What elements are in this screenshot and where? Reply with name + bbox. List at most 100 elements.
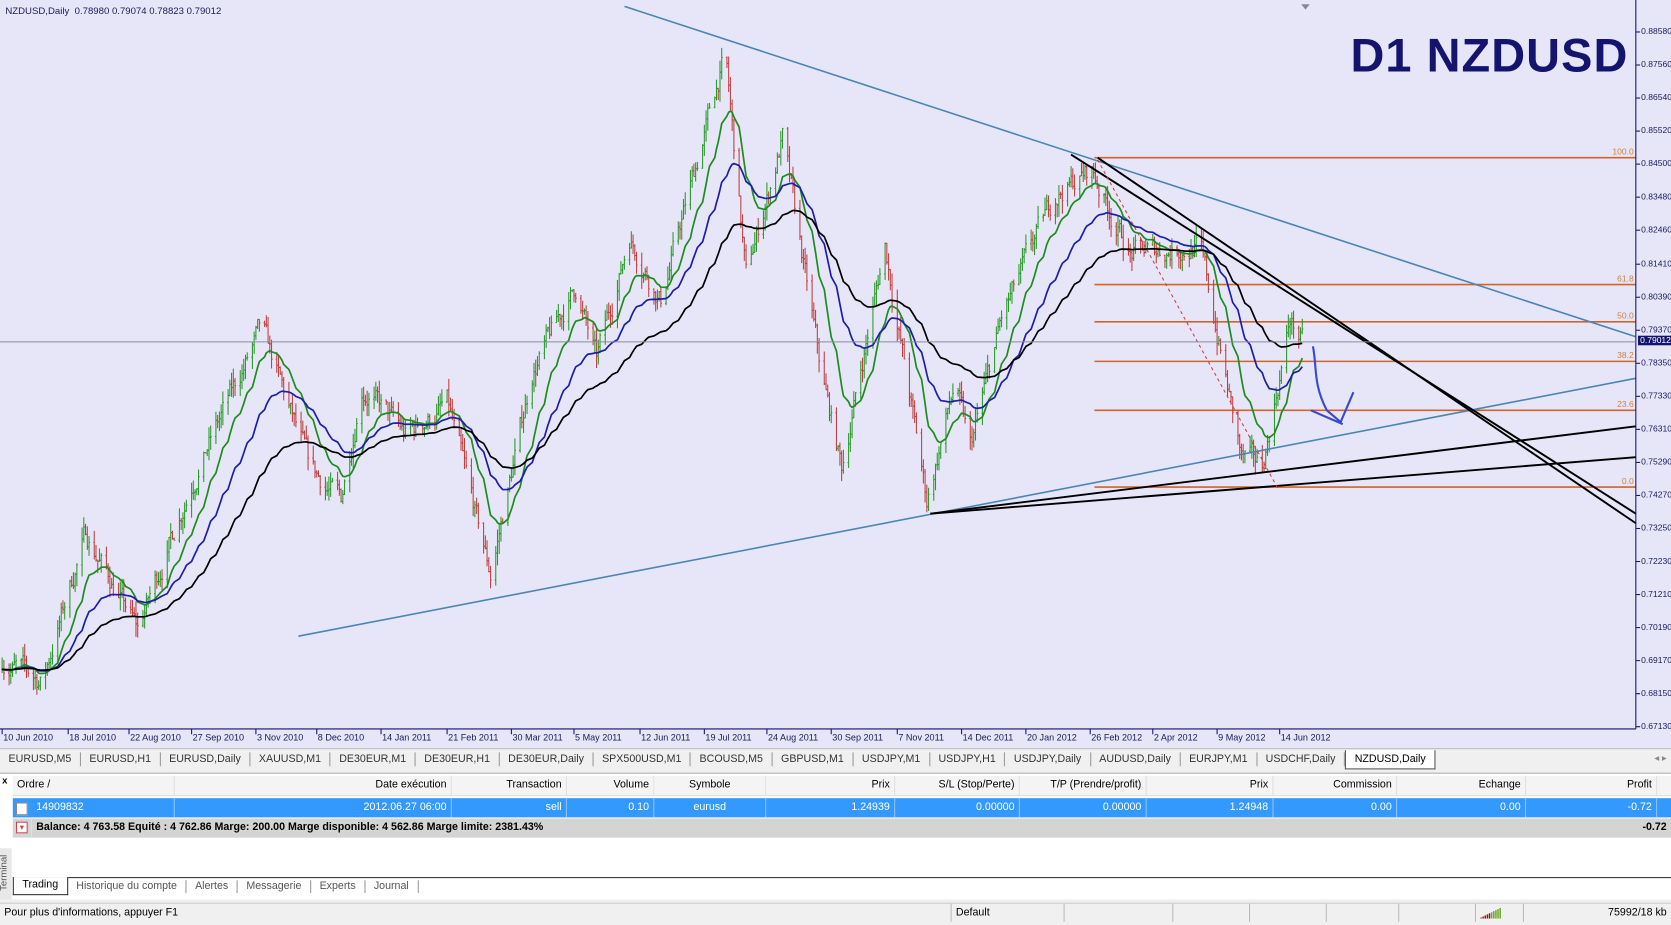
tab-eurusd-daily[interactable]: EURUSD,Daily [161, 752, 251, 767]
channel-line-lower[interactable] [1097, 156, 1637, 525]
tab-usdjpy-h1[interactable]: USDJPY,H1 [930, 752, 1006, 767]
status-cell [1399, 903, 1476, 922]
terminal-tab-trading[interactable]: Trading [12, 877, 68, 896]
price-bar [107, 563, 110, 584]
price-bar [691, 166, 694, 188]
price-bar [463, 437, 466, 469]
price-bar [44, 661, 47, 690]
price-bar [1240, 443, 1243, 461]
price-bar [267, 316, 270, 344]
connection-bar [1486, 914, 1489, 919]
time-axis-tick: 14 Dec 2011 [962, 732, 1014, 743]
price-bar [313, 460, 317, 479]
price-bar [82, 517, 85, 543]
price-bar [119, 581, 122, 611]
price-chart[interactable]: NZDUSD,Daily 0.78980 0.79074 0.78823 0.7… [0, 0, 1671, 749]
column-header[interactable]: S/L (Stop/Perte) [895, 775, 1020, 796]
price-bar [812, 302, 815, 322]
price-bar [732, 119, 735, 160]
handdrawn-arrow[interactable] [1310, 346, 1355, 426]
price-bar [838, 442, 841, 466]
tab-spx500usd-m1[interactable]: SPX500USD,M1 [594, 752, 692, 767]
close-icon[interactable]: x [2, 775, 7, 786]
tab-gbpusd-m1[interactable]: GBPUSD,M1 [773, 752, 854, 767]
price-bar [1045, 194, 1048, 211]
price-bar [598, 332, 602, 354]
tab-scroll-arrows-icon[interactable]: ◂ ▸ [1654, 752, 1666, 764]
column-header[interactable]: Transaction [452, 775, 567, 796]
price-bar [233, 377, 237, 397]
price-bar [859, 360, 862, 400]
tab-de30eur-h1[interactable]: DE30EUR,H1 [416, 752, 500, 767]
terminal-tab-messagerie[interactable]: Messagerie [238, 880, 312, 894]
tab-usdchf-daily[interactable]: USDCHF,Daily [1257, 752, 1346, 767]
price-bar [1070, 166, 1073, 188]
price-bar [282, 376, 285, 401]
tab-eurusd-m5[interactable]: EURUSD,M5 [0, 752, 81, 767]
price-bar [1292, 310, 1295, 339]
column-header[interactable]: Date exécution [175, 775, 452, 796]
fib-base-dashed-line[interactable] [1097, 159, 1280, 491]
price-bar [765, 182, 768, 221]
trendline-support-black-2[interactable] [930, 456, 1636, 515]
price-bar [524, 394, 527, 419]
price-bar [1252, 439, 1255, 467]
price-bar [1228, 383, 1231, 393]
price-bar [34, 668, 37, 690]
price-bar [185, 499, 188, 512]
price-bar [32, 669, 35, 691]
price-bar [94, 544, 98, 562]
column-header[interactable]: Commission [1273, 775, 1398, 796]
column-header[interactable]: Profit [1526, 775, 1658, 796]
time-axis-tick: 21 Feb 2011 [448, 732, 499, 743]
price-bar [81, 527, 84, 577]
tab-eurjpy-m1[interactable]: EURJPY,M1 [1181, 752, 1258, 767]
terminal-tab-alertes[interactable]: Alertes [187, 880, 238, 894]
price-bar [306, 435, 310, 471]
channel-line-upper[interactable] [1070, 153, 1637, 515]
price-bar [851, 409, 854, 439]
table-row[interactable]: 14909832 2012.06.27 06:00 sell 0.10 eurusd 1.… [12, 798, 1671, 818]
tab-usdjpy-daily[interactable]: USDJPY,Daily [1005, 752, 1091, 767]
tab-bcousd-m5[interactable]: BCOUSD,M5 [691, 752, 773, 767]
column-header[interactable]: Prix [766, 775, 896, 796]
terminal-tab-historique-du-compte[interactable]: Historique du compte [68, 880, 187, 894]
fib-level-label: 23.6 [1617, 399, 1634, 410]
column-header[interactable]: Volume [567, 775, 655, 796]
time-axis-tick: 2 Apr 2012 [1153, 732, 1198, 743]
trendline-support-black-1[interactable] [930, 425, 1636, 515]
tab-xauusd-m1[interactable]: XAUUSD,M1 [250, 752, 331, 767]
column-header[interactable]: Symbole [654, 775, 767, 796]
column-header[interactable]: T/P (Prendre/profit) [1020, 775, 1147, 796]
tab-de30eur-m1[interactable]: DE30EUR,M1 [331, 752, 416, 767]
time-axis-tick: 26 Feb 2012 [1091, 732, 1143, 743]
price-bar [847, 433, 850, 469]
tab-audusd-daily[interactable]: AUDUSD,Daily [1091, 752, 1181, 767]
tab-eurusd-h1[interactable]: EURUSD,H1 [81, 752, 161, 767]
price-bar [958, 382, 961, 405]
column-header[interactable]: Echange [1397, 775, 1527, 796]
price-bar [798, 199, 802, 241]
tab-de30eur-daily[interactable]: DE30EUR,Daily [500, 752, 594, 767]
tab-nzdusd-daily[interactable]: NZDUSD,Daily [1345, 749, 1436, 769]
price-bar [753, 232, 756, 253]
column-header[interactable]: Prix [1147, 775, 1274, 796]
trendline-support-blue[interactable] [298, 377, 1636, 638]
price-bar [993, 346, 996, 374]
balance-summary: Balance: 4 763.58 Equité : 4 762.86 Marg… [36, 821, 544, 834]
chart-canvas[interactable] [0, 0, 1671, 748]
terminal-tab-journal[interactable]: Journal [365, 880, 419, 894]
price-bar [178, 508, 181, 543]
tab-usdjpy-m1[interactable]: USDJPY,M1 [853, 752, 930, 767]
price-bar [557, 303, 560, 323]
price-bar [708, 102, 711, 109]
chart-shift-marker[interactable] [1301, 4, 1310, 10]
price-bar [849, 422, 852, 452]
price-bar [1073, 174, 1076, 197]
terminal-tab-experts[interactable]: Experts [311, 880, 366, 894]
price-bar [884, 242, 887, 280]
price-bar [134, 601, 138, 637]
price-bar [193, 489, 197, 501]
column-header[interactable]: Ordre / [13, 775, 175, 796]
price-bar [903, 337, 906, 360]
